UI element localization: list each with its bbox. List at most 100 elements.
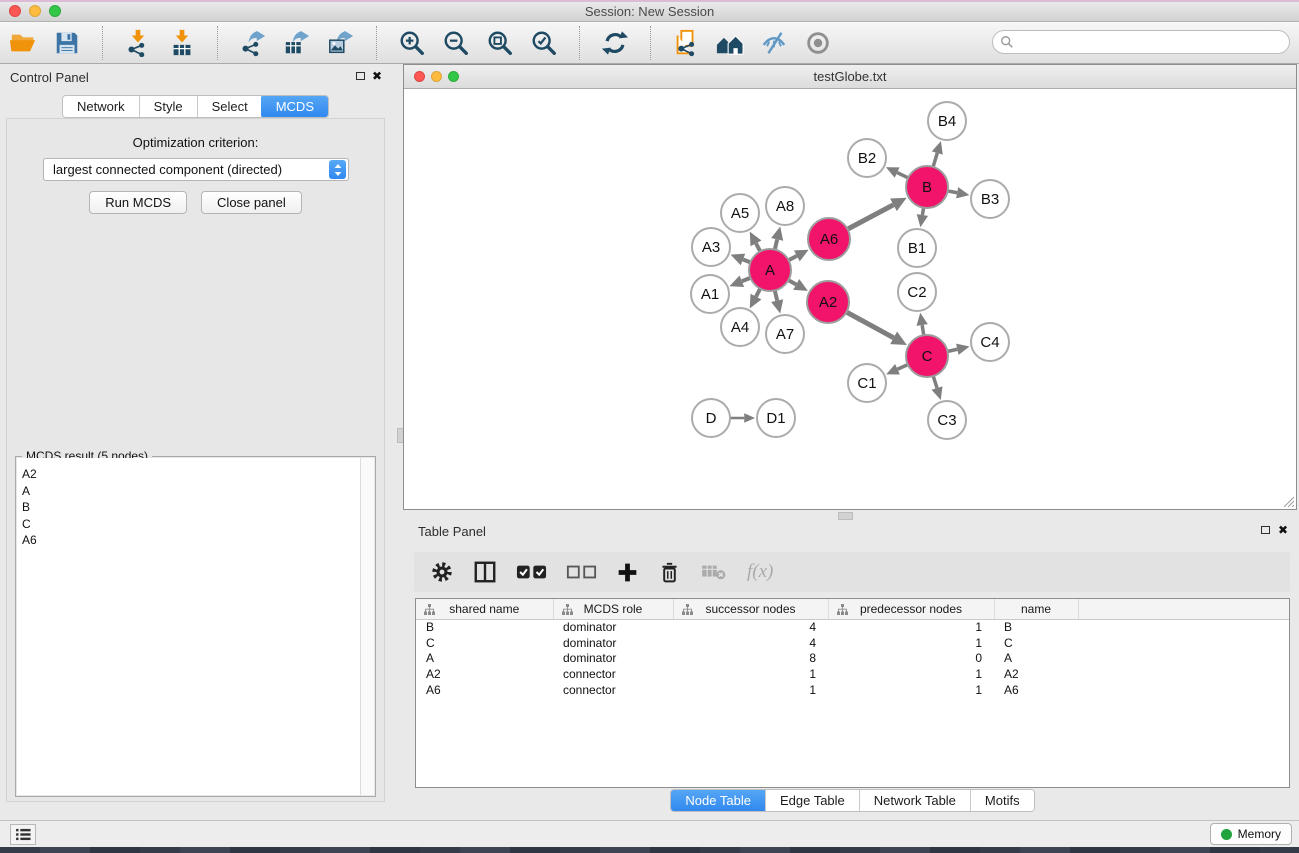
import-table-icon[interactable] [167, 28, 197, 58]
node-table[interactable]: shared nameMCDS rolesuccessor nodesprede… [415, 598, 1290, 788]
toolbar-separator [579, 26, 580, 60]
graph-node-B1[interactable]: B1 [897, 228, 937, 268]
mcds-result-item[interactable]: A [17, 483, 360, 500]
table-float-panel-icon[interactable] [1261, 526, 1270, 534]
graph-node-A[interactable]: A [748, 248, 792, 292]
graph-node-C3[interactable]: C3 [927, 400, 967, 440]
toggle-columns-icon[interactable] [473, 559, 497, 585]
network-canvas[interactable]: B4 B2 B B3 A8A5 A6 A3 B1 A C2 A1 A2 A4A7 C4 C C1 D D1 C3 [404, 89, 1296, 509]
table-row[interactable]: A2connector11A2 [416, 666, 1289, 682]
tab-select[interactable]: Select [197, 96, 262, 117]
export-table-icon[interactable] [282, 28, 312, 58]
delete-table-icon[interactable] [700, 559, 728, 585]
zoom-fit-icon[interactable] [485, 28, 515, 58]
table-close-panel-icon[interactable]: ✖ [1278, 525, 1288, 535]
graph-node-A3[interactable]: A3 [691, 227, 731, 267]
graph-node-C[interactable]: C [905, 334, 949, 378]
result-scrollbar[interactable] [360, 458, 374, 795]
graph-node-B4[interactable]: B4 [927, 101, 967, 141]
delete-column-icon[interactable] [658, 559, 681, 585]
float-panel-icon[interactable] [356, 72, 365, 80]
select-all-rows-icon[interactable] [516, 559, 547, 585]
console-list-button[interactable] [10, 824, 36, 845]
search-icon [1000, 35, 1014, 49]
tab-style[interactable]: Style [139, 96, 197, 117]
run-mcds-button[interactable]: Run MCDS [89, 191, 187, 214]
tab-network-table[interactable]: Network Table [859, 790, 970, 811]
deselect-all-rows-icon[interactable] [566, 559, 597, 585]
criterion-selected-value: largest connected component (directed) [44, 162, 329, 177]
tab-network[interactable]: Network [63, 96, 139, 117]
toolbar-separator [376, 26, 377, 60]
graph-node-C4[interactable]: C4 [970, 322, 1010, 362]
column-header-MCDS-role[interactable]: MCDS role [553, 599, 673, 619]
main-toolbar [0, 22, 1299, 64]
memory-button[interactable]: Memory [1210, 823, 1292, 845]
mcds-result-item[interactable]: A2 [17, 466, 360, 483]
zoom-out-icon[interactable] [441, 28, 471, 58]
tab-edge-table[interactable]: Edge Table [765, 790, 859, 811]
mcds-result-item[interactable]: C [17, 516, 360, 533]
graph-node-C1[interactable]: C1 [847, 363, 887, 403]
table-settings-icon[interactable] [430, 559, 454, 585]
graph-node-A7[interactable]: A7 [765, 314, 805, 354]
close-panel-icon[interactable]: ✖ [372, 71, 382, 81]
network-window-titlebar[interactable]: testGlobe.txt [404, 65, 1296, 89]
control-panel: Control Panel ✖ NetworkStyleSelectMCDS O… [0, 64, 391, 820]
graph-node-A4[interactable]: A4 [720, 307, 760, 347]
memory-status-icon [1221, 829, 1232, 840]
column-header-filler [1078, 599, 1289, 619]
frame-resize-grip[interactable] [1281, 494, 1294, 507]
mcds-buttons-row: Run MCDS Close panel [7, 191, 384, 214]
optimization-criterion-label: Optimization criterion: [7, 135, 384, 150]
graph-node-B[interactable]: B [905, 165, 949, 209]
hide-graphics-details-icon[interactable] [759, 28, 789, 58]
optimization-criterion-select[interactable]: largest connected component (directed) [43, 158, 349, 181]
function-builder-icon[interactable]: f(x) [747, 559, 773, 585]
add-column-icon[interactable] [616, 559, 639, 585]
import-network-icon[interactable] [123, 28, 153, 58]
export-image-icon[interactable] [326, 28, 356, 58]
graph-node-B2[interactable]: B2 [847, 138, 887, 178]
tab-motifs[interactable]: Motifs [970, 790, 1034, 811]
column-header-name[interactable]: name [994, 599, 1078, 619]
refresh-view-icon[interactable] [600, 28, 630, 58]
graph-node-D1[interactable]: D1 [756, 398, 796, 438]
table-row[interactable]: Adominator80A [416, 651, 1289, 667]
birds-eye-view-icon[interactable] [803, 28, 833, 58]
home-network-icon[interactable] [715, 28, 745, 58]
network-view-window: testGlobe.txt B4 B2 B B3 A8A5 A6 A3 B1 A C2 A1 A2 A4… [403, 64, 1297, 510]
column-header-predecessor-nodes[interactable]: predecessor nodes [828, 599, 994, 619]
graph-node-A8[interactable]: A8 [765, 186, 805, 226]
table-row[interactable]: Cdominator41C [416, 635, 1289, 651]
search-input[interactable] [1014, 33, 1289, 51]
column-header-shared-name[interactable]: shared name [416, 599, 553, 619]
mcds-tab-content: Optimization criterion: largest connecte… [6, 118, 385, 802]
save-session-icon[interactable] [52, 28, 82, 58]
mcds-result-box: MCDS result (5 nodes) A2ABCA6 [15, 456, 376, 797]
close-panel-button[interactable]: Close panel [201, 191, 302, 214]
zoom-in-icon[interactable] [397, 28, 427, 58]
graph-node-B3[interactable]: B3 [970, 179, 1010, 219]
table-row[interactable]: Bdominator41B [416, 619, 1289, 635]
graph-node-A2[interactable]: A2 [806, 280, 850, 324]
mcds-result-item[interactable]: A6 [17, 532, 360, 549]
column-header-successor-nodes[interactable]: successor nodes [673, 599, 828, 619]
tab-mcds[interactable]: MCDS [261, 95, 329, 118]
control-panel-tabs: NetworkStyleSelectMCDS [0, 95, 391, 118]
open-session-icon[interactable] [8, 28, 38, 58]
graph-node-A1[interactable]: A1 [690, 274, 730, 314]
tab-node-table[interactable]: Node Table [670, 789, 766, 812]
search-field[interactable] [992, 30, 1290, 54]
zoom-selected-icon[interactable] [529, 28, 559, 58]
graph-node-A6[interactable]: A6 [807, 217, 851, 261]
graph-node-D[interactable]: D [691, 398, 731, 438]
duplicate-network-icon[interactable] [671, 28, 701, 58]
graph-node-C2[interactable]: C2 [897, 272, 937, 312]
mcds-result-list[interactable]: A2ABCA6 [17, 458, 360, 795]
export-network-icon[interactable] [238, 28, 268, 58]
control-panel-title: Control Panel [10, 70, 89, 85]
table-row[interactable]: A6connector11A6 [416, 682, 1289, 698]
graph-node-A5[interactable]: A5 [720, 193, 760, 233]
mcds-result-item[interactable]: B [17, 499, 360, 516]
